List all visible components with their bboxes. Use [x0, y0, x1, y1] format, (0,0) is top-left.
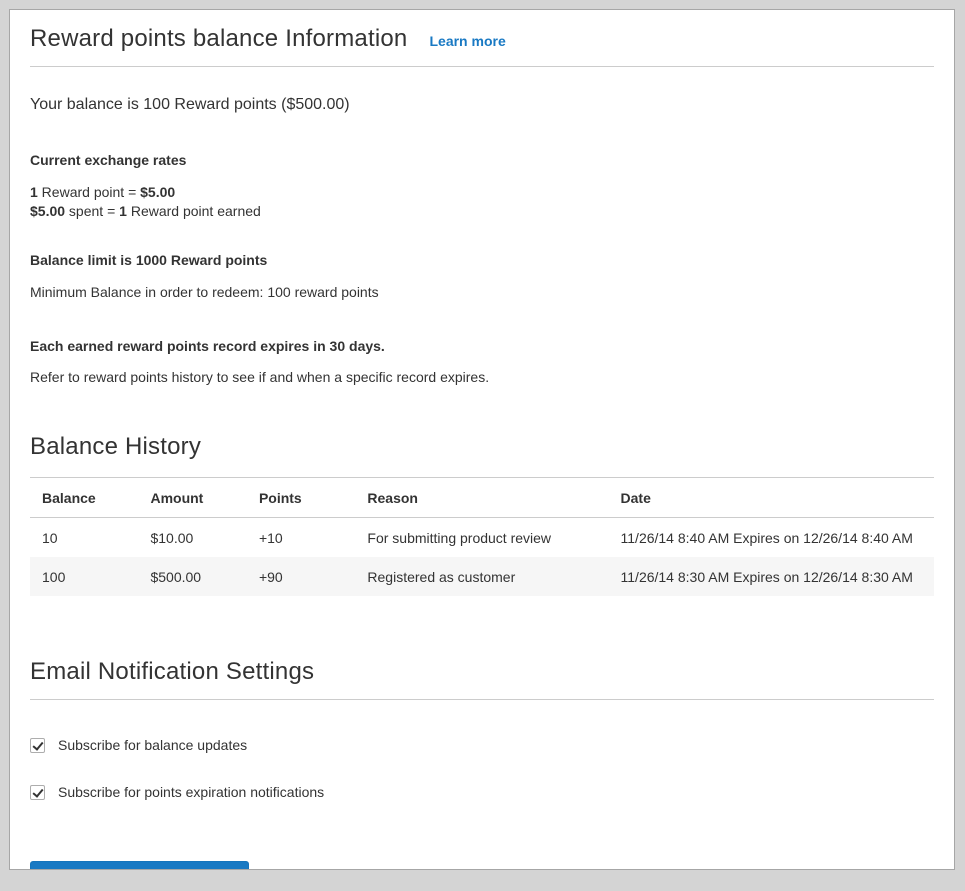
balance-summary: Your balance is 100 Reward points ($500.…: [30, 96, 934, 114]
save-subscription-settings-button[interactable]: Save Subscription Settings: [30, 861, 249, 870]
header-divider: [30, 66, 934, 67]
email-settings-title: Email Notification Settings: [30, 658, 934, 686]
balance-history-title: Balance History: [30, 433, 934, 461]
points-expiration-option[interactable]: Subscribe for points expiration notifica…: [30, 784, 934, 800]
email-settings-divider: [30, 699, 934, 700]
column-header-amount: Amount: [138, 478, 246, 518]
earn-middle-text: spent =: [65, 203, 119, 219]
column-header-points: Points: [247, 478, 355, 518]
rate-amount-value: $5.00: [140, 184, 175, 200]
cell-date: 11/26/14 8:40 AM Expires on 12/26/14 8:4…: [609, 518, 934, 558]
minimum-redeem-text: Minimum Balance in order to redeem: 100 …: [30, 284, 934, 300]
page-header: Reward points balance Information Learn …: [30, 25, 934, 53]
table-header-row: Balance Amount Points Reason Date: [30, 478, 934, 518]
expiry-heading: Each earned reward points record expires…: [30, 338, 934, 354]
cell-amount: $10.00: [138, 518, 246, 558]
cell-balance: 100: [30, 557, 138, 596]
earn-amount-value: $5.00: [30, 203, 65, 219]
balance-updates-option[interactable]: Subscribe for balance updates: [30, 737, 934, 753]
reward-points-panel: Reward points balance Information Learn …: [9, 9, 955, 870]
expiry-note: Refer to reward points history to see if…: [30, 369, 934, 385]
exchange-rate-line-point-to-currency: 1 Reward point = $5.00: [30, 183, 934, 202]
points-expiration-label: Subscribe for points expiration notifica…: [58, 784, 324, 800]
cell-points: +10: [247, 518, 355, 558]
rate-points-value: 1: [30, 184, 38, 200]
learn-more-link[interactable]: Learn more: [429, 33, 505, 49]
balance-history-table: Balance Amount Points Reason Date 10 $10…: [30, 477, 934, 596]
page-title: Reward points balance Information: [30, 25, 407, 53]
column-header-balance: Balance: [30, 478, 138, 518]
table-row: 10 $10.00 +10 For submitting product rev…: [30, 518, 934, 558]
balance-updates-label: Subscribe for balance updates: [58, 737, 247, 753]
exchange-rates-lines: 1 Reward point = $5.00 $5.00 spent = 1 R…: [30, 183, 934, 221]
cell-reason: For submitting product review: [355, 518, 608, 558]
table-row: 100 $500.00 +90 Registered as customer 1…: [30, 557, 934, 596]
earn-suffix-text: Reward point earned: [127, 203, 261, 219]
points-expiration-checkbox[interactable]: [30, 785, 45, 800]
column-header-date: Date: [609, 478, 934, 518]
cell-date: 11/26/14 8:30 AM Expires on 12/26/14 8:3…: [609, 557, 934, 596]
column-header-reason: Reason: [355, 478, 608, 518]
exchange-rate-line-currency-to-point: $5.00 spent = 1 Reward point earned: [30, 202, 934, 221]
balance-updates-checkbox[interactable]: [30, 738, 45, 753]
exchange-rates-heading: Current exchange rates: [30, 152, 934, 168]
cell-reason: Registered as customer: [355, 557, 608, 596]
earn-points-value: 1: [119, 203, 127, 219]
rate-middle-text: Reward point =: [38, 184, 140, 200]
cell-amount: $500.00: [138, 557, 246, 596]
cell-points: +90: [247, 557, 355, 596]
balance-limit-heading: Balance limit is 1000 Reward points: [30, 252, 934, 268]
cell-balance: 10: [30, 518, 138, 558]
